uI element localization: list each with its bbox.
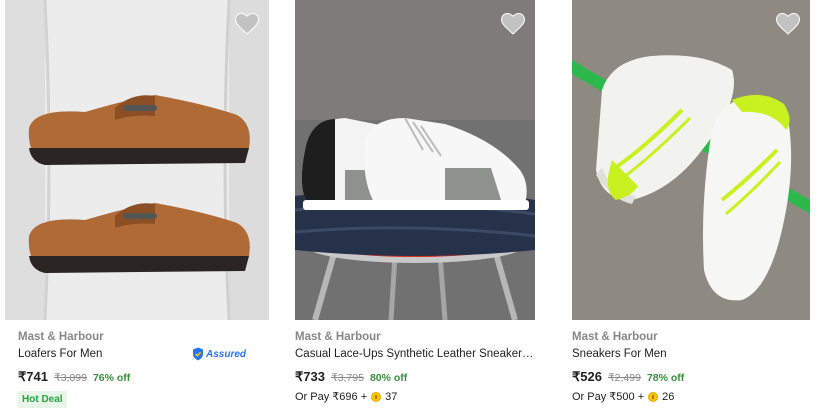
discount-percent: 80% off: [369, 372, 408, 384]
price-row: ₹741 ₹3,099 76% off: [18, 369, 269, 385]
product-card-sneakers-lace-ups[interactable]: Mast & Harbour Casual Lace-Ups Synthetic…: [295, 0, 535, 415]
sneakers-on-stool-photo: [295, 0, 535, 320]
product-image[interactable]: [572, 0, 810, 320]
selling-price: ₹526: [572, 369, 602, 384]
assured-badge: Assured: [192, 347, 246, 361]
product-title[interactable]: Sneakers For Men: [572, 346, 810, 362]
product-info: Mast & Harbour Sneakers For Men ₹526 ₹2,…: [572, 329, 810, 403]
white-green-sneakers-photo: [572, 0, 810, 320]
price-row: ₹733 ₹3,795 80% off: [295, 369, 535, 385]
product-brand: Mast & Harbour: [18, 331, 104, 343]
product-info: Mast & Harbour Casual Lace-Ups Synthetic…: [295, 329, 535, 403]
original-price: ₹3,795: [330, 372, 364, 384]
wishlist-heart-icon[interactable]: [776, 13, 800, 35]
pay-with-coins-text: Or Pay ₹500 +: [572, 391, 645, 403]
coin-count: 37: [385, 390, 398, 403]
discount-percent: 76% off: [92, 372, 131, 384]
discount-percent: 78% off: [646, 372, 685, 384]
product-card-loafers[interactable]: Mast & Harbour Loafers For Men Assured ₹…: [5, 0, 269, 415]
supercoin-pay-row: Or Pay ₹696 + 37: [295, 390, 535, 404]
coin-count: 26: [662, 390, 675, 403]
product-image[interactable]: [5, 0, 269, 320]
hot-deal-badge: Hot Deal: [18, 391, 67, 408]
selling-price: ₹741: [18, 369, 48, 384]
assured-label: Assured: [206, 348, 247, 360]
product-image[interactable]: [295, 0, 535, 320]
product-title[interactable]: Casual Lace-Ups Synthetic Leather Sneake…: [295, 346, 535, 362]
wishlist-heart-icon[interactable]: [235, 13, 259, 35]
product-info: Mast & Harbour Loafers For Men Assured ₹…: [18, 329, 269, 408]
product-card-sneakers[interactable]: Mast & Harbour Sneakers For Men ₹526 ₹2,…: [572, 0, 810, 415]
loafers-photo: [5, 0, 269, 320]
selling-price: ₹733: [295, 369, 325, 384]
wishlist-heart-icon[interactable]: [501, 13, 525, 35]
original-price: ₹3,099: [53, 372, 87, 384]
assured-shield-icon: [193, 347, 203, 361]
product-brand: Mast & Harbour: [295, 331, 381, 343]
supercoin-icon: [371, 391, 382, 402]
product-brand: Mast & Harbour: [572, 331, 658, 343]
supercoin-pay-row: Or Pay ₹500 + 26: [572, 390, 810, 404]
supercoin-icon: [648, 391, 659, 402]
original-price: ₹2,499: [607, 372, 641, 384]
pay-with-coins-text: Or Pay ₹696 +: [295, 391, 368, 403]
price-row: ₹526 ₹2,499 78% off: [572, 369, 810, 385]
